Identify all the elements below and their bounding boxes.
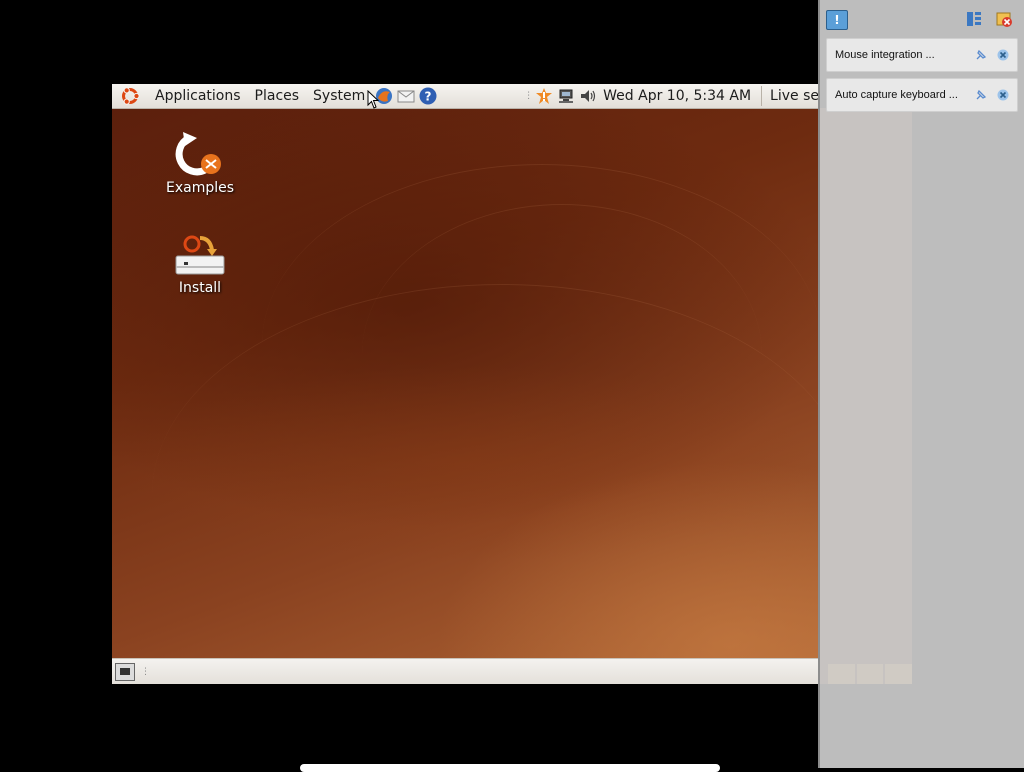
applications-menu[interactable]: Applications — [148, 88, 248, 104]
ubuntu-logo-icon[interactable] — [120, 86, 140, 106]
mouse-pointer-icon — [367, 90, 380, 109]
update-notifier-icon[interactable] — [535, 87, 553, 105]
notification-text: Mouse integration ... — [835, 49, 935, 61]
clear-notifications-icon[interactable] — [995, 10, 1013, 28]
mail-icon[interactable] — [396, 86, 416, 106]
svg-text:?: ? — [425, 90, 432, 104]
places-menu[interactable]: Places — [248, 88, 307, 104]
guest-desktop[interactable]: Applications Places System ? ⋮ Wed Apr 1… — [112, 84, 819, 684]
panel-separator — [761, 86, 763, 106]
clock[interactable]: Wed Apr 10, 5:34 AM — [603, 88, 751, 104]
show-desktop-button[interactable] — [115, 662, 135, 681]
wallpaper-wave — [362, 204, 762, 505]
desktop-icon-label: Install — [178, 280, 222, 296]
desktop-icon-label: Examples — [165, 180, 235, 196]
notification-item[interactable]: Auto capture keyboard ... — [826, 78, 1018, 112]
desktop-icon-examples[interactable]: Examples — [150, 132, 250, 196]
panel-handle[interactable]: ⋮ — [524, 91, 533, 101]
examples-folder-icon — [175, 132, 221, 176]
notification-toggle-button[interactable]: ! — [826, 10, 848, 30]
top-panel: Applications Places System ? ⋮ Wed Apr 1… — [112, 84, 819, 109]
desktop-icon-install[interactable]: Install — [150, 232, 250, 296]
sort-notifications-icon[interactable] — [965, 10, 983, 28]
wallpaper-wave — [152, 284, 819, 684]
notification-text: Auto capture keyboard ... — [835, 89, 958, 101]
notification-center-header: ! — [820, 0, 1024, 36]
notification-item[interactable]: Mouse integration ... — [826, 38, 1018, 72]
network-icon[interactable] — [557, 87, 575, 105]
close-notification-icon[interactable] — [995, 87, 1011, 103]
system-menu[interactable]: System — [306, 88, 372, 104]
pin-notification-icon[interactable] — [973, 47, 989, 63]
install-icon — [175, 235, 225, 275]
host-bottom-bar — [300, 764, 720, 772]
wallpaper-wave — [262, 164, 819, 525]
close-notification-icon[interactable] — [995, 47, 1011, 63]
faded-panel-overlay — [828, 664, 913, 684]
live-session-menu[interactable]: Live se — [770, 88, 819, 104]
panel-handle[interactable]: ⋮ — [141, 667, 150, 677]
pin-notification-icon[interactable] — [973, 87, 989, 103]
help-icon[interactable]: ? — [418, 86, 438, 106]
notification-center: ! Mouse integration ... Auto capture key… — [818, 0, 1024, 768]
volume-icon[interactable] — [579, 87, 597, 105]
bottom-panel: ⋮ — [112, 658, 819, 684]
sidebar-shade — [820, 108, 912, 684]
